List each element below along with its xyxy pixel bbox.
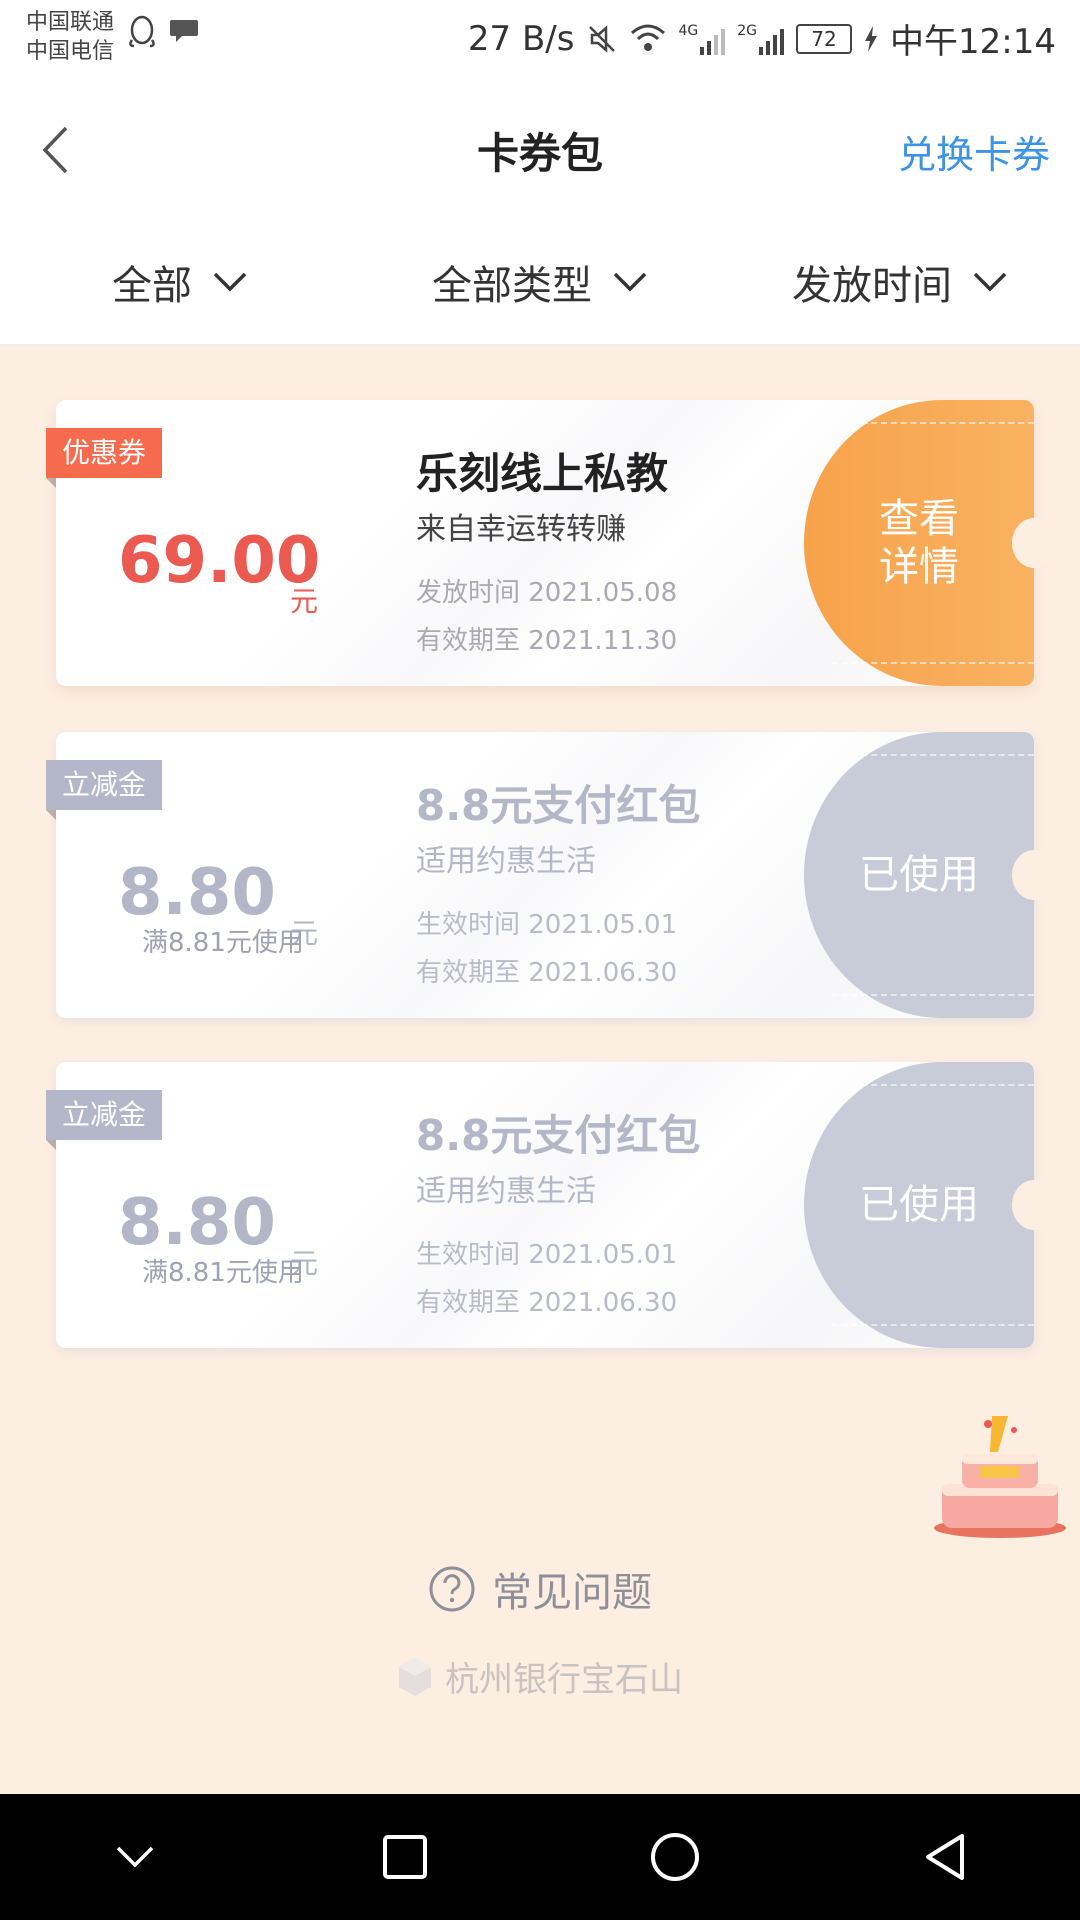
expiry-date: 有效期至 2021.06.30 <box>416 1288 678 1318</box>
used-status: 已使用 <box>804 732 1056 1018</box>
chevron-down-icon <box>116 1846 154 1868</box>
coupon-source: 来自幸运转转赚 <box>416 512 626 547</box>
nav-recents-button[interactable] <box>355 1807 455 1907</box>
expiry-date: 有效期至 2021.06.30 <box>416 958 678 988</box>
faq-label: 常见问题 <box>492 1570 652 1616</box>
coupon-scope: 适用约惠生活 <box>416 1174 596 1209</box>
coupon-title: 8.8元支付红包 <box>416 1111 701 1160</box>
coupon-card[interactable]: 立减金 8.80 元 满8.81元使用 8.8元支付红包 适用约惠生活 生效时间… <box>46 732 1056 1018</box>
effective-date: 生效时间 2021.05.01 <box>416 910 678 940</box>
filter-label: 发放时间 <box>792 263 952 309</box>
network-type-1: 4G <box>678 22 699 39</box>
nav-back-button[interactable] <box>895 1807 995 1907</box>
coupon-title: 乐刻线上私教 <box>416 449 669 498</box>
used-label: 已使用 <box>859 1182 979 1228</box>
anniversary-cake-icon[interactable] <box>928 1410 1072 1540</box>
effective-date: 生效时间 2021.05.01 <box>416 1240 678 1270</box>
filter-label: 全部类型 <box>432 263 592 309</box>
status-bar: 中国联通 中国电信 27 B/s 4G 2G 72 中午12:14 <box>0 0 1080 80</box>
chevron-down-icon <box>613 272 647 292</box>
qq-icon <box>129 15 155 48</box>
view-details-label-1: 查看 <box>879 496 959 542</box>
wifi-icon <box>631 24 666 51</box>
nav-hide-button[interactable] <box>85 1807 185 1907</box>
view-details-label-2: 详情 <box>879 544 959 590</box>
used-status: 已使用 <box>804 1062 1056 1348</box>
coupon-type-badge: 立减金 <box>46 1090 163 1150</box>
filter-type[interactable]: 全部类型 <box>360 220 720 344</box>
coupon-title: 8.8元支付红包 <box>416 781 701 830</box>
issue-date: 发放时间 2021.05.08 <box>416 578 678 608</box>
square-icon <box>383 1835 427 1879</box>
coupon-amount: 8.80 <box>118 856 276 930</box>
mute-icon <box>589 24 616 53</box>
clock: 中午12:14 <box>890 22 1056 62</box>
view-details-button[interactable]: 查看 详情 <box>804 400 1056 686</box>
battery-indicator: 72 <box>796 23 853 54</box>
triangle-back-icon <box>926 1834 964 1880</box>
signal-icon <box>700 23 726 55</box>
used-label: 已使用 <box>859 852 979 898</box>
coupon-scope: 适用约惠生活 <box>416 844 596 879</box>
coupon-type-badge: 优惠券 <box>46 428 163 488</box>
coupon-amount: 8.80 <box>118 1186 276 1260</box>
chat-icon <box>170 20 198 42</box>
bank-brand: 杭州银行宝石山 <box>0 1652 1080 1701</box>
chevron-down-icon <box>213 272 247 292</box>
signal-icon-2 <box>759 23 785 55</box>
carrier-2: 中国电信 <box>26 39 115 64</box>
nav-home-button[interactable] <box>625 1807 725 1907</box>
filter-scope[interactable]: 全部 <box>0 220 360 344</box>
filter-bar: 全部 全部类型 发放时间 <box>0 220 1080 346</box>
faq-link[interactable]: 常见问题 <box>0 1560 1080 1618</box>
network-speed: 27 B/s <box>467 18 575 59</box>
coupon-card[interactable]: 立减金 8.80 元 满8.81元使用 8.8元支付红包 适用约惠生活 生效时间… <box>46 1062 1056 1348</box>
circle-icon <box>651 1833 699 1881</box>
page-header: 卡券包 兑换卡券 <box>0 80 1080 220</box>
coupon-type-badge: 立减金 <box>46 760 163 820</box>
chevron-down-icon <box>973 272 1007 292</box>
system-nav-bar <box>0 1794 1080 1920</box>
redeem-coupon-button[interactable]: 兑换卡券 <box>898 124 1050 179</box>
carrier-1: 中国联通 <box>26 10 115 35</box>
amount-unit: 元 <box>290 585 319 618</box>
question-circle-icon <box>429 1566 475 1612</box>
coupon-card[interactable]: 优惠券 69.00 元 乐刻线上私教 来自幸运转转赚 发放时间 2021.05.… <box>46 400 1056 686</box>
filter-time[interactable]: 发放时间 <box>720 220 1080 344</box>
usage-condition: 满8.81元使用 <box>142 1258 304 1288</box>
network-type-2: 2G <box>737 22 758 39</box>
charging-icon <box>865 25 878 52</box>
filter-label: 全部 <box>112 263 192 309</box>
bank-logo-icon <box>399 1657 431 1696</box>
usage-condition: 满8.81元使用 <box>142 928 304 958</box>
carrier-info: 中国联通 中国电信 <box>26 8 114 66</box>
expiry-date: 有效期至 2021.11.30 <box>416 626 678 656</box>
brand-label: 杭州银行宝石山 <box>445 1660 683 1700</box>
